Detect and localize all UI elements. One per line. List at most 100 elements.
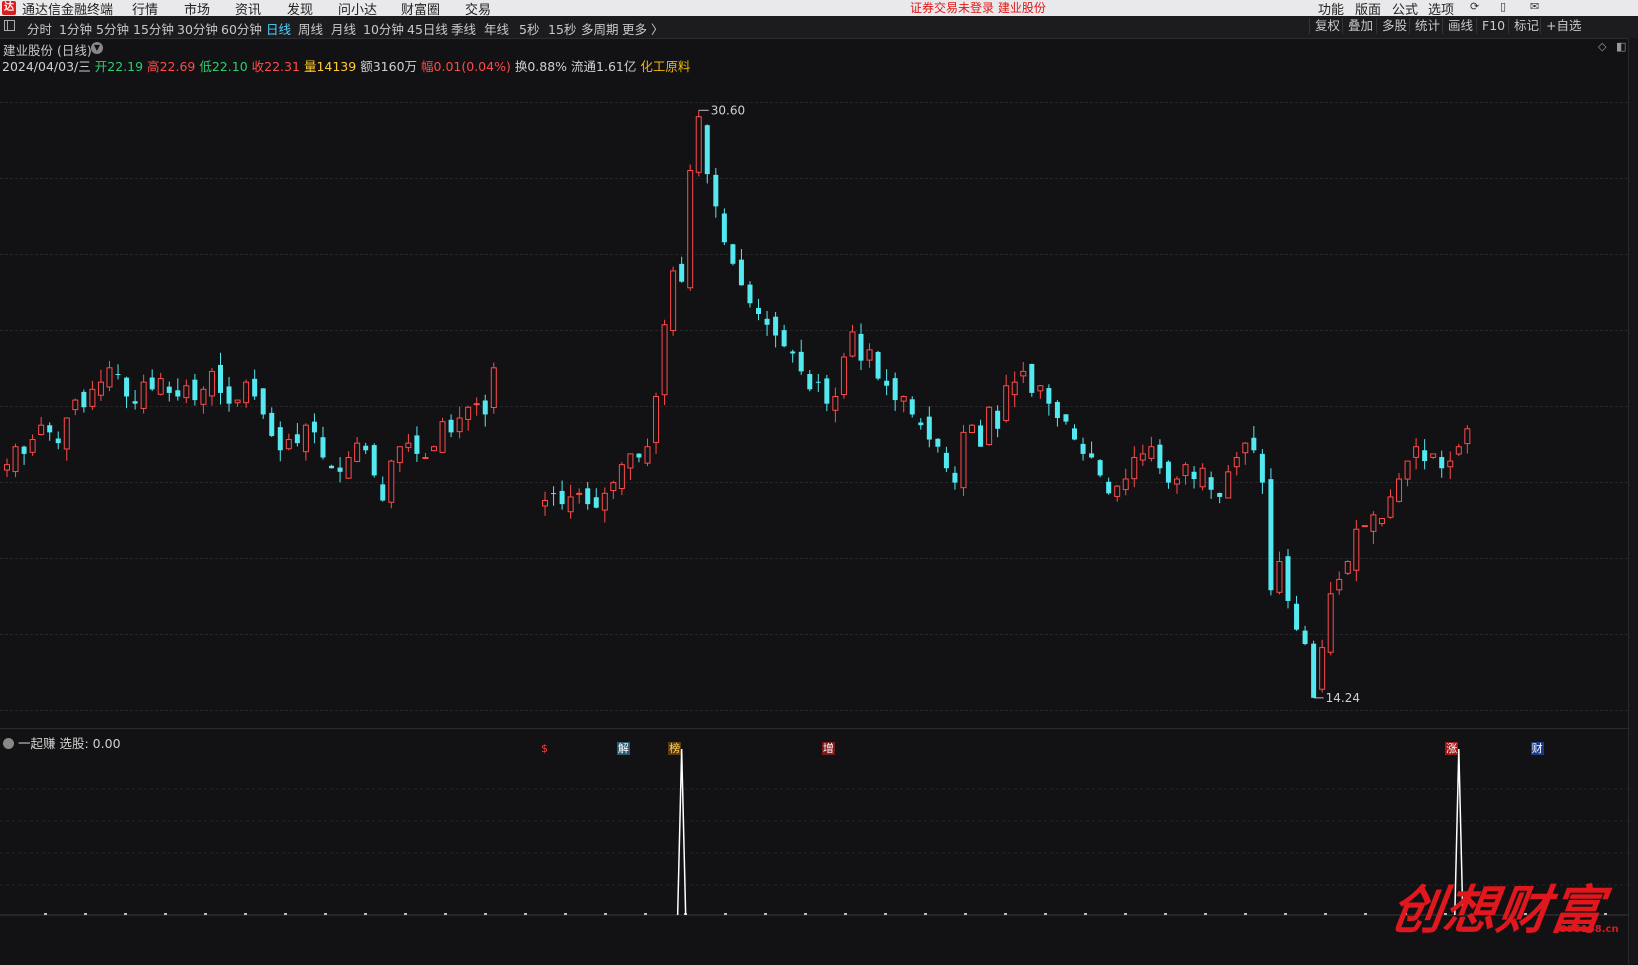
btn-adjust[interactable]: 复权 xyxy=(1309,18,1342,34)
candle-body[interactable] xyxy=(1063,414,1069,422)
candle-body[interactable] xyxy=(1072,428,1077,440)
candle-body[interactable] xyxy=(473,403,480,406)
candle-body[interactable] xyxy=(354,442,361,462)
candle-body[interactable] xyxy=(115,374,121,376)
candle-body[interactable] xyxy=(1370,514,1377,532)
candle-body[interactable] xyxy=(781,330,787,347)
candle-body[interactable] xyxy=(431,446,437,452)
candle-body[interactable] xyxy=(1080,443,1086,454)
candle-body[interactable] xyxy=(482,400,488,415)
btn-add-watchlist[interactable]: +自选 xyxy=(1540,18,1583,34)
candle-body[interactable] xyxy=(1148,446,1155,459)
candle-body[interactable] xyxy=(345,456,352,479)
candle-body[interactable] xyxy=(140,381,147,409)
candle-body[interactable] xyxy=(329,465,335,469)
candle-body[interactable] xyxy=(1353,528,1360,571)
candle-body[interactable] xyxy=(832,396,839,411)
candle-body[interactable] xyxy=(260,388,266,415)
candle-body[interactable] xyxy=(38,424,45,436)
candle-body[interactable] xyxy=(866,349,873,361)
btn-mark[interactable]: 标记 xyxy=(1508,18,1541,34)
candle-body[interactable] xyxy=(12,446,19,473)
tab-30min[interactable]: 30分钟 xyxy=(177,19,218,38)
candle-body[interactable] xyxy=(149,377,155,390)
candle-body[interactable] xyxy=(1046,388,1052,404)
candle-body[interactable] xyxy=(764,318,770,325)
candle-body[interactable] xyxy=(1378,517,1385,525)
candle-body[interactable] xyxy=(1037,385,1044,392)
candle-body[interactable] xyxy=(1139,453,1146,461)
candle-body[interactable] xyxy=(234,399,241,404)
candle-body[interactable] xyxy=(1422,450,1428,462)
candle-body[interactable] xyxy=(1020,370,1027,377)
candle-body[interactable] xyxy=(840,356,847,396)
candle-body[interactable] xyxy=(576,492,583,495)
candle-body[interactable] xyxy=(918,422,924,426)
candle-body[interactable] xyxy=(1276,561,1283,593)
candle-body[interactable] xyxy=(695,116,702,173)
tab-daily[interactable]: 日线 xyxy=(266,19,291,38)
candle-body[interactable] xyxy=(21,446,27,454)
btn-multi-stock[interactable]: 多股 xyxy=(1376,18,1409,34)
candle-body[interactable] xyxy=(661,324,668,396)
candle-body[interactable] xyxy=(679,263,685,282)
candle-body[interactable] xyxy=(269,412,275,436)
candle-body[interactable] xyxy=(551,493,557,495)
candle-body[interactable] xyxy=(1430,453,1437,458)
candle-body[interactable] xyxy=(618,464,625,490)
tab-yearly[interactable]: 年线 xyxy=(484,19,509,38)
phone-icon[interactable]: ▯ xyxy=(1500,0,1506,13)
candle-body[interactable] xyxy=(1217,492,1223,497)
tab-60min[interactable]: 60分钟 xyxy=(221,19,262,38)
candle-body[interactable] xyxy=(1199,467,1206,488)
candle-body[interactable] xyxy=(1251,437,1257,451)
btn-draw[interactable]: 画线 xyxy=(1442,18,1475,34)
candle-body[interactable] xyxy=(960,431,967,489)
candle-body[interactable] xyxy=(81,391,87,408)
candle-body[interactable] xyxy=(1054,401,1060,419)
candle-body[interactable] xyxy=(1131,456,1138,480)
candle-body[interactable] xyxy=(900,396,907,402)
candle-body[interactable] xyxy=(55,438,61,444)
candle-body[interactable] xyxy=(849,331,856,357)
candle-body[interactable] xyxy=(124,377,130,397)
candle-body[interactable] xyxy=(294,434,300,444)
candle-body[interactable] xyxy=(4,464,10,471)
candle-body[interactable] xyxy=(405,442,412,449)
candle-body[interactable] xyxy=(302,424,309,453)
candle-body[interactable] xyxy=(1233,456,1240,468)
candle-body[interactable] xyxy=(969,424,976,434)
candle-body[interactable] xyxy=(1404,460,1411,480)
candle-body[interactable] xyxy=(1097,460,1103,476)
candle-body[interactable] xyxy=(747,284,753,304)
candle-body[interactable] xyxy=(978,425,984,447)
candle-body[interactable] xyxy=(935,438,941,447)
candle-body[interactable] xyxy=(226,386,232,404)
panel-toggle-icon[interactable] xyxy=(4,20,15,31)
candle-body[interactable] xyxy=(132,401,138,404)
candle-body[interactable] xyxy=(1447,460,1454,468)
window-icon[interactable]: ◧ xyxy=(1616,40,1626,53)
tab-monthly[interactable]: 月线 xyxy=(331,19,356,38)
tab-10min[interactable]: 10分钟 xyxy=(363,19,404,38)
candle-body[interactable] xyxy=(704,125,710,175)
candle-body[interactable] xyxy=(909,399,915,415)
diamond-icon[interactable]: ◇ xyxy=(1598,40,1606,53)
mail-icon[interactable]: ✉ xyxy=(1530,0,1539,13)
candle-body[interactable] xyxy=(1182,464,1189,477)
candle-body[interactable] xyxy=(1464,428,1471,445)
candle-body[interactable] xyxy=(559,490,565,505)
btn-overlay[interactable]: 叠加 xyxy=(1342,18,1375,34)
candle-body[interactable] xyxy=(892,378,898,401)
candle-body[interactable] xyxy=(29,439,36,453)
tab-15min[interactable]: 15分钟 xyxy=(133,19,174,38)
candle-body[interactable] xyxy=(627,453,634,469)
candle-body[interactable] xyxy=(200,388,207,405)
candle-body[interactable] xyxy=(320,437,326,458)
candle-body[interactable] xyxy=(337,467,343,472)
candle-body[interactable] xyxy=(166,386,172,393)
candle-body[interactable] xyxy=(875,351,881,379)
candle-body[interactable] xyxy=(1336,578,1343,591)
candle-body[interactable] xyxy=(995,410,1001,429)
candle-body[interactable] xyxy=(456,417,463,433)
